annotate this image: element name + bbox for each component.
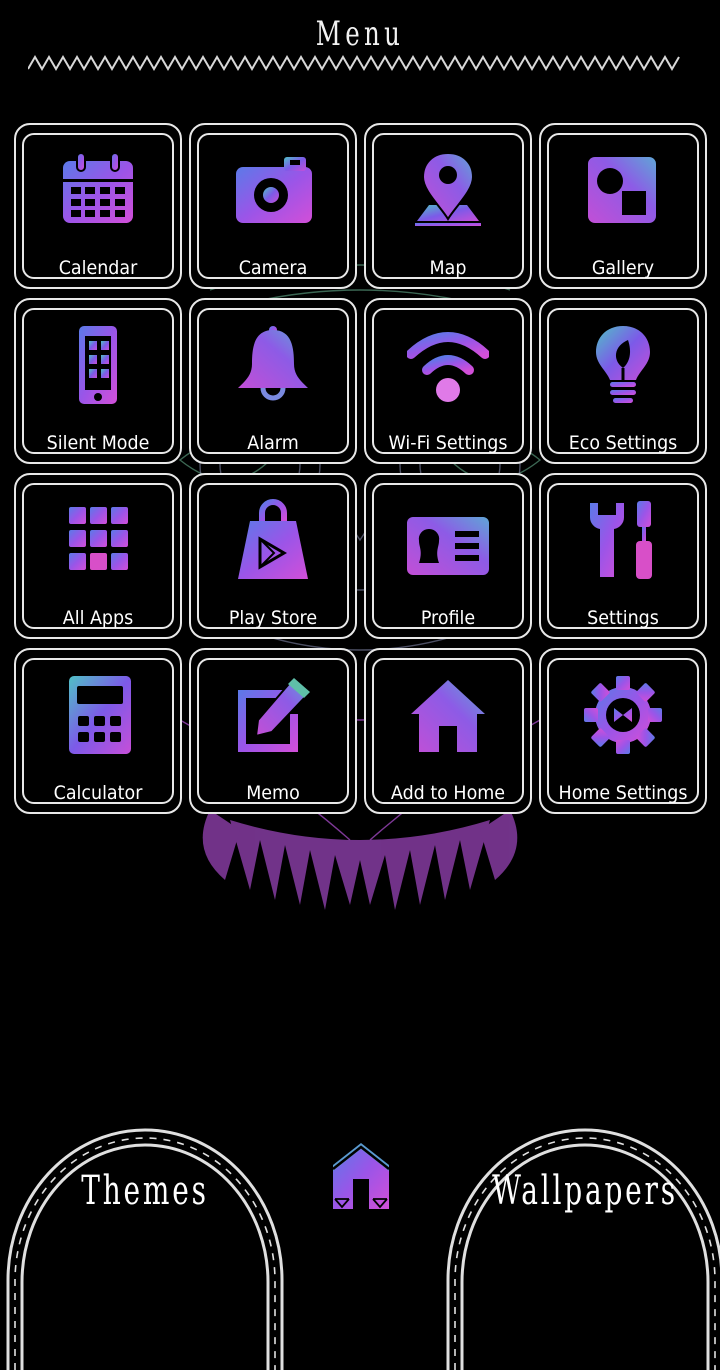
house-icon xyxy=(407,674,489,756)
tile-label: All Apps xyxy=(62,607,134,629)
tile-all-apps[interactable]: All Apps xyxy=(14,473,182,639)
tile-add-to-home[interactable]: Add to Home xyxy=(364,648,532,814)
calendar-icon xyxy=(57,149,139,231)
wrench-screwdriver-icon xyxy=(582,499,664,581)
wifi-icon xyxy=(407,324,489,406)
tile-alarm[interactable]: Alarm xyxy=(189,298,357,464)
id-card-icon xyxy=(407,499,489,581)
tile-label: Calendar xyxy=(58,257,138,279)
tile-home-settings[interactable]: Home Settings xyxy=(539,648,707,814)
tile-map[interactable]: Map xyxy=(364,123,532,289)
tile-label: Profile xyxy=(420,607,476,629)
wallpapers-label: Wallpapers xyxy=(492,1168,678,1214)
tile-label: Map xyxy=(429,257,467,279)
zigzag-divider xyxy=(28,55,680,71)
home-button[interactable] xyxy=(331,1143,391,1211)
tile-profile[interactable]: Profile xyxy=(364,473,532,639)
tile-eco-settings[interactable]: Eco Settings xyxy=(539,298,707,464)
app-grid-icon xyxy=(57,499,139,581)
themes-label: Themes xyxy=(81,1168,209,1214)
tile-silent-mode[interactable]: Silent Mode xyxy=(14,298,182,464)
tile-label: Camera xyxy=(238,257,308,279)
tile-label: Wi-Fi Settings xyxy=(388,432,508,454)
gear-icon xyxy=(582,674,664,756)
tile-gallery[interactable]: Gallery xyxy=(539,123,707,289)
tile-memo[interactable]: Memo xyxy=(189,648,357,814)
home-icon xyxy=(332,1143,390,1209)
tile-label: Silent Mode xyxy=(46,432,150,454)
tile-label: Alarm xyxy=(247,432,299,454)
tile-label: Gallery xyxy=(591,257,655,279)
menu-grid: Calendar Camera Map Gallery Silent Mode xyxy=(14,123,710,823)
phone-icon xyxy=(57,324,139,406)
tile-label: Memo xyxy=(246,782,300,804)
tile-calendar[interactable]: Calendar xyxy=(14,123,182,289)
tile-label: Home Settings xyxy=(558,782,688,804)
gallery-icon xyxy=(582,149,664,231)
themes-button[interactable]: Themes xyxy=(0,1110,290,1370)
tile-label: Eco Settings xyxy=(568,432,678,454)
tile-label: Settings xyxy=(587,607,659,629)
page-title: Menu xyxy=(315,14,405,54)
tile-settings[interactable]: Settings xyxy=(539,473,707,639)
tile-play-store[interactable]: Play Store xyxy=(189,473,357,639)
tile-label: Play Store xyxy=(228,607,318,629)
map-pin-icon xyxy=(407,149,489,231)
tile-label: Add to Home xyxy=(390,782,506,804)
calculator-icon xyxy=(57,674,139,756)
tile-label: Calculator xyxy=(53,782,143,804)
camera-icon xyxy=(232,149,314,231)
bell-icon xyxy=(232,324,314,406)
shopping-bag-play-icon xyxy=(232,499,314,581)
tile-calculator[interactable]: Calculator xyxy=(14,648,182,814)
tile-camera[interactable]: Camera xyxy=(189,123,357,289)
lightbulb-leaf-icon xyxy=(582,324,664,406)
wallpapers-button[interactable]: Wallpapers xyxy=(440,1110,720,1370)
pencil-square-icon xyxy=(232,674,314,756)
tile-wifi-settings[interactable]: Wi-Fi Settings xyxy=(364,298,532,464)
